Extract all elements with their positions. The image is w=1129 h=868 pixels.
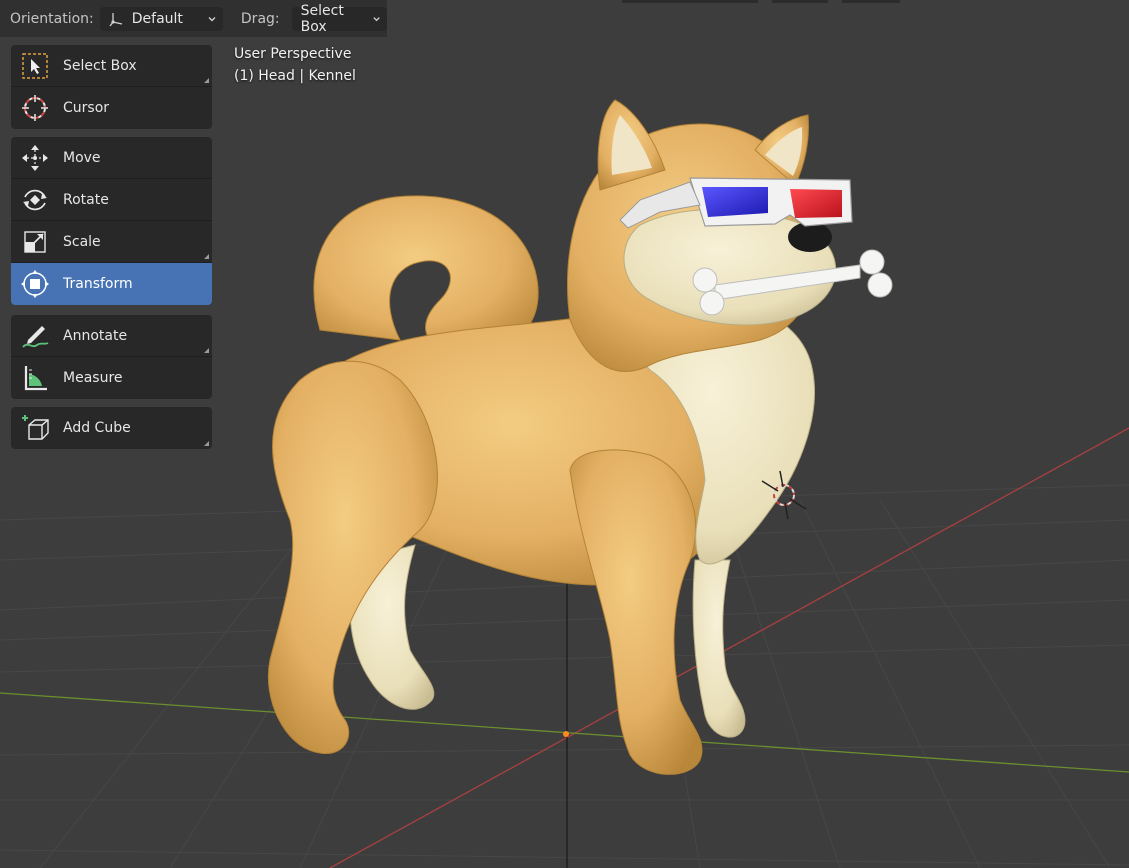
drag-value: Select Box	[300, 2, 344, 35]
submenu-corner-icon	[204, 254, 209, 259]
add-cube-icon	[22, 415, 49, 440]
tool-measure[interactable]: Measure	[11, 357, 212, 399]
tool-group-select: Select Box Cursor	[11, 45, 212, 129]
submenu-corner-icon	[204, 441, 209, 446]
tool-settings-header: Orientation: Default Drag: Select Box	[0, 0, 387, 37]
tool-rotate[interactable]: Rotate	[11, 179, 212, 221]
orientation-value: Default	[131, 10, 183, 27]
origin-point	[563, 731, 569, 737]
submenu-corner-icon	[204, 78, 209, 83]
dog-model[interactable]	[267, 99, 893, 775]
object-info-label: (1) Head | Kennel	[234, 68, 356, 84]
blue-lens	[702, 187, 768, 217]
scale-icon	[24, 230, 46, 253]
cursor-icon	[22, 95, 48, 121]
top-tab-strip	[772, 0, 828, 3]
tool-select-box[interactable]: Select Box	[11, 45, 212, 87]
annotate-icon	[22, 325, 49, 348]
orientation-dropdown[interactable]: Default	[99, 6, 223, 31]
tool-label: Scale	[63, 233, 101, 250]
orientation-label: Orientation:	[10, 10, 94, 27]
transform-icon	[21, 270, 49, 298]
select-box-icon	[22, 52, 48, 79]
top-tab-strip	[842, 0, 900, 3]
top-tab-strip	[622, 0, 758, 3]
view-name-label: User Perspective	[234, 46, 352, 62]
tool-cursor[interactable]: Cursor	[11, 87, 212, 129]
tool-group-add: Add Cube	[11, 407, 212, 449]
dog-far-front-leg	[692, 559, 746, 738]
tool-label: Measure	[63, 370, 123, 386]
chevron-down-icon	[208, 16, 216, 21]
tool-group-transform: Move Rotate Scale Transform	[11, 137, 212, 305]
tool-label: Transform	[63, 276, 133, 292]
red-lens	[790, 189, 842, 218]
chevron-down-icon	[373, 16, 380, 21]
tool-label: Select Box	[63, 57, 137, 74]
tool-scale[interactable]: Scale	[11, 221, 212, 263]
dog-nose	[788, 222, 832, 252]
tool-add-cube[interactable]: Add Cube	[11, 407, 212, 449]
tool-label: Annotate	[63, 327, 128, 344]
tool-label: Rotate	[63, 191, 109, 208]
dog-near-front-leg	[569, 449, 703, 775]
tool-label: Add Cube	[63, 420, 131, 436]
orientation-axes-icon	[109, 12, 122, 26]
move-icon	[22, 144, 48, 171]
rotate-icon	[23, 189, 47, 210]
tool-move[interactable]: Move	[11, 137, 212, 179]
submenu-corner-icon	[204, 348, 209, 353]
tool-group-annotate: Annotate Measure	[11, 315, 212, 399]
tool-annotate[interactable]: Annotate	[11, 315, 212, 357]
tool-transform[interactable]: Transform	[11, 263, 212, 305]
tool-label: Move	[63, 149, 101, 166]
drag-label: Drag:	[240, 10, 280, 27]
tool-label: Cursor	[63, 100, 110, 116]
measure-icon	[24, 366, 47, 391]
drag-dropdown[interactable]: Select Box	[291, 3, 387, 35]
